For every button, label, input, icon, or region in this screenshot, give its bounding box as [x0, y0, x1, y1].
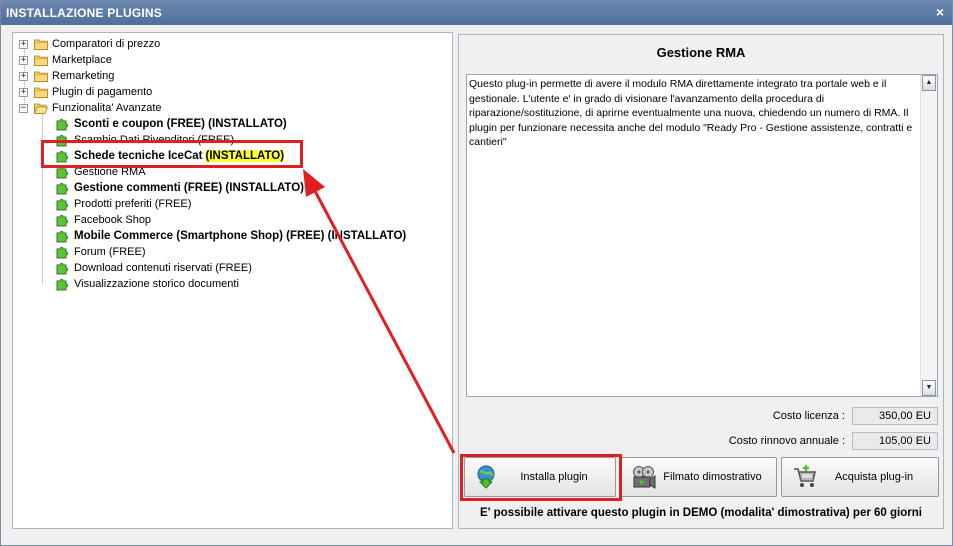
- tree-category-label: Plugin di pagamento: [52, 86, 153, 98]
- scroll-up-icon[interactable]: ▲: [922, 75, 936, 91]
- buy-plugin-button[interactable]: Acquista plug-in: [781, 457, 939, 497]
- tree-category-label: Funzionalita' Avanzate: [52, 102, 162, 114]
- puzzle-piece-icon: [55, 197, 69, 211]
- film-reel-icon: [631, 464, 657, 490]
- license-cost-value: 350,00 EU: [852, 407, 938, 425]
- title-bar: INSTALLAZIONE PLUGINS ×: [1, 1, 952, 25]
- plugin-description-box[interactable]: Questo plug-in permette di avere il modu…: [466, 74, 938, 397]
- plugin-item-mobile-commerce[interactable]: Mobile Commerce (Smartphone Shop) (FREE)…: [55, 228, 406, 244]
- tree-category-comparatori[interactable]: + Comparatori di prezzo: [19, 36, 160, 52]
- plugin-label: Facebook Shop: [74, 214, 152, 226]
- globe-install-icon: [475, 464, 501, 490]
- puzzle-piece-icon: [55, 277, 69, 291]
- puzzle-piece-icon: [55, 165, 69, 179]
- tree-category-label: Remarketing: [52, 70, 115, 82]
- folder-icon: [34, 38, 48, 50]
- plugin-item-gestione-rma[interactable]: Gestione RMA: [55, 164, 146, 180]
- puzzle-piece-icon: [55, 133, 69, 147]
- plugin-item-prodotti-preferiti[interactable]: Prodotti preferiti (FREE): [55, 196, 191, 212]
- plugin-item-download-contenuti[interactable]: Download contenuti riservati (FREE): [55, 260, 252, 276]
- plugin-item-gestione-commenti[interactable]: Gestione commenti (FREE) (INSTALLATO): [55, 180, 304, 196]
- plugin-detail-panel: Gestione RMA Questo plug-in permette di …: [458, 34, 944, 529]
- plugin-item-scambio-dati[interactable]: Scambio Dati Rivenditori (FREE): [55, 132, 234, 148]
- plugin-install-window: INSTALLAZIONE PLUGINS × + Comparatori di…: [0, 0, 953, 546]
- demo-availability-note: E' possibile attivare questo plugin in D…: [480, 507, 922, 519]
- tree-category-pagamento[interactable]: + Plugin di pagamento: [19, 84, 152, 100]
- collapse-icon[interactable]: −: [19, 103, 28, 113]
- plugin-detail-title: Gestione RMA: [656, 45, 746, 60]
- renewal-cost-value: 105,00 EU: [852, 432, 938, 450]
- description-scrollbar[interactable]: ▲ ▼: [920, 75, 937, 396]
- plugin-label: Mobile Commerce (Smartphone Shop) (FREE)…: [74, 230, 407, 242]
- folder-icon: [34, 86, 48, 98]
- folder-icon: [34, 54, 48, 66]
- puzzle-piece-icon: [55, 149, 69, 163]
- plugin-tree-panel: + Comparatori di prezzo + Marketplace + …: [12, 32, 453, 529]
- plugin-label: Gestione RMA: [74, 166, 146, 178]
- plugin-item-schede-icecat[interactable]: Schede tecniche IceCat (INSTALLATO): [55, 148, 285, 164]
- plugin-label: Scambio Dati Rivenditori (FREE): [74, 134, 235, 146]
- plugin-label: Schede tecniche IceCat: [74, 150, 203, 162]
- plugin-description-text: Questo plug-in permette di avere il modu…: [469, 78, 913, 148]
- plugin-label: Prodotti preferiti (FREE): [74, 198, 192, 210]
- buy-plugin-label: Acquista plug-in: [834, 471, 914, 483]
- tree-category-funzionalita-avanzate[interactable]: − Funzionalita' Avanzate: [19, 100, 162, 116]
- install-plugin-label: Installa plugin: [520, 471, 588, 483]
- plugin-label: Sconti e coupon (FREE) (INSTALLATO): [74, 118, 287, 130]
- open-folder-icon: [34, 102, 48, 114]
- puzzle-piece-icon: [55, 261, 69, 275]
- puzzle-piece-icon: [55, 213, 69, 227]
- shopping-cart-icon: [792, 464, 818, 490]
- window-title: INSTALLAZIONE PLUGINS: [6, 6, 162, 20]
- license-cost-label: Costo licenza :: [772, 410, 845, 422]
- scroll-down-icon[interactable]: ▼: [922, 380, 936, 396]
- plugin-item-sconti-coupon[interactable]: Sconti e coupon (FREE) (INSTALLATO): [55, 116, 287, 132]
- tree-category-label: Comparatori di prezzo: [52, 38, 161, 50]
- close-icon[interactable]: ×: [936, 4, 944, 20]
- expand-icon[interactable]: +: [19, 71, 28, 81]
- puzzle-piece-icon: [55, 245, 69, 259]
- tree-category-label: Marketplace: [52, 54, 112, 66]
- renewal-cost-label: Costo rinnovo annuale :: [728, 435, 845, 447]
- plugin-label: Visualizzazione storico documenti: [74, 278, 239, 290]
- demo-video-button[interactable]: Filmato dimostrativo: [620, 457, 777, 497]
- expand-icon[interactable]: +: [19, 87, 28, 97]
- installed-status-badge: (INSTALLATO): [205, 150, 285, 162]
- plugin-item-facebook-shop[interactable]: Facebook Shop: [55, 212, 151, 228]
- expand-icon[interactable]: +: [19, 39, 28, 49]
- install-plugin-button[interactable]: Installa plugin: [464, 457, 616, 497]
- plugin-item-forum[interactable]: Forum (FREE): [55, 244, 146, 260]
- puzzle-piece-icon: [55, 181, 69, 195]
- plugin-label: Forum (FREE): [74, 246, 146, 258]
- puzzle-piece-icon: [55, 229, 69, 243]
- tree-category-marketplace[interactable]: + Marketplace: [19, 52, 112, 68]
- plugin-label: Gestione commenti (FREE) (INSTALLATO): [74, 182, 305, 194]
- plugin-label: Download contenuti riservati (FREE): [74, 262, 252, 274]
- plugin-item-storico-documenti[interactable]: Visualizzazione storico documenti: [55, 276, 239, 292]
- folder-icon: [34, 70, 48, 82]
- puzzle-piece-icon: [55, 117, 69, 131]
- expand-icon[interactable]: +: [19, 55, 28, 65]
- tree-category-remarketing[interactable]: + Remarketing: [19, 68, 114, 84]
- demo-video-label: Filmato dimostrativo: [663, 471, 762, 483]
